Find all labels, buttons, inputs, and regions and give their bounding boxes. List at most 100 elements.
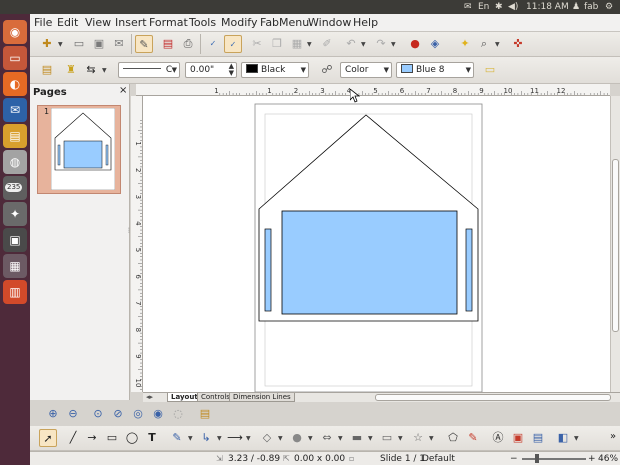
new-button[interactable]: ✚: [38, 35, 56, 53]
menu-modify[interactable]: Modify: [221, 16, 257, 30]
stars-button[interactable]: ☆: [409, 429, 427, 447]
curve-dropdown-icon[interactable]: ▼: [188, 435, 194, 442]
points-button[interactable]: ⬠: [444, 429, 462, 447]
extrusion-dropdown-icon[interactable]: ▼: [574, 435, 580, 442]
vertical-scrollbar[interactable]: [610, 96, 620, 392]
launcher-software-center[interactable]: ◍: [3, 150, 27, 174]
clone-formatting-button[interactable]: ✐: [318, 35, 336, 53]
area-style-button[interactable]: ☍: [318, 61, 336, 79]
area-style-select[interactable]: Color ▼: [340, 62, 392, 78]
zoom-100-button[interactable]: ⊙: [89, 405, 107, 423]
select-tool-button[interactable]: ➚: [39, 429, 57, 447]
block-arrows-dropdown-icon[interactable]: ▼: [338, 435, 344, 442]
launcher-firefox[interactable]: ◐: [3, 72, 27, 96]
session-gear-icon[interactable]: ⚙: [605, 1, 613, 13]
redo-dropdown-icon[interactable]: ▼: [391, 41, 397, 48]
paste-dropdown-icon[interactable]: ▼: [307, 41, 313, 48]
redo-button[interactable]: ↷: [372, 35, 390, 53]
help-button[interactable]: ✜: [509, 35, 527, 53]
slide-thumbnail-selected[interactable]: [37, 105, 121, 194]
gallery-button[interactable]: ◈: [426, 35, 444, 53]
autospellcheck-button[interactable]: ✓: [224, 35, 242, 53]
export-pdf-button[interactable]: ▤: [159, 35, 177, 53]
horizontal-scrollbar-thumb[interactable]: [375, 394, 611, 401]
line-color-select[interactable]: Black ▼: [241, 62, 309, 78]
zoom-minus-icon[interactable]: −: [510, 453, 518, 465]
launcher-terminal[interactable]: ▣: [3, 228, 27, 252]
vertical-scrollbar-thumb[interactable]: [612, 159, 619, 332]
user-indicator[interactable]: fab: [584, 1, 598, 13]
zoom-in-button[interactable]: ⊕: [44, 405, 62, 423]
fontwork-button[interactable]: Ⓐ: [489, 429, 507, 447]
window-rectangle-shape[interactable]: [281, 210, 458, 315]
horizontal-ruler[interactable]: 1 1 2 3 4 5 6 7 8 9 10 11 12: [136, 84, 610, 96]
print-button[interactable]: ⎙: [179, 35, 197, 53]
area-dialog-button[interactable]: ♜: [62, 61, 80, 79]
zoom-pan-button[interactable]: ◌: [169, 405, 187, 423]
zoom-previous-button[interactable]: ⊘: [109, 405, 127, 423]
ellipse-tool-button[interactable]: ◯: [123, 429, 141, 447]
zoom-slider-track[interactable]: [522, 458, 586, 460]
shift-button[interactable]: ▤: [196, 405, 214, 423]
volume-icon[interactable]: ◀): [508, 1, 518, 13]
spellcheck-button[interactable]: ✓: [204, 35, 222, 53]
close-pane-icon[interactable]: ×: [119, 85, 127, 96]
undo-button[interactable]: ↶: [342, 35, 360, 53]
arrow-style-dropdown-icon[interactable]: ▼: [102, 67, 108, 74]
zoom-object-button[interactable]: ◉: [149, 405, 167, 423]
shadow-button[interactable]: ▭: [481, 61, 499, 79]
paste-button[interactable]: ▦: [288, 35, 306, 53]
tab-dimension-lines[interactable]: Dimension Lines: [229, 393, 295, 402]
menu-tools[interactable]: Tools: [189, 16, 216, 30]
launcher-thunderbird[interactable]: ✉: [3, 98, 27, 122]
cut-button[interactable]: ✂: [248, 35, 266, 53]
text-tool-button[interactable]: T: [143, 429, 161, 447]
slide-canvas[interactable]: [143, 96, 610, 392]
record-macro-button[interactable]: ●: [406, 35, 424, 53]
mail-indicator-icon[interactable]: ✉: [464, 1, 472, 13]
launcher-files-folder[interactable]: ▭: [3, 46, 27, 70]
line-tool-button[interactable]: ╱: [64, 429, 82, 447]
menu-edit[interactable]: Edit: [57, 16, 78, 30]
tab-scroll-arrows-icon[interactable]: ◂▸: [146, 393, 153, 401]
keyboard-layout-indicator[interactable]: En: [478, 1, 489, 13]
basic-shapes-button[interactable]: ◇: [258, 429, 276, 447]
line-width-spinner[interactable]: 0.00" ▲ ▼: [185, 62, 237, 78]
zoom-button[interactable]: ⌕: [475, 35, 493, 53]
callouts-button[interactable]: ▭: [378, 429, 396, 447]
symbol-shapes-button[interactable]: ●: [288, 429, 306, 447]
open-button[interactable]: ▭: [70, 35, 88, 53]
zoom-dropdown-icon[interactable]: ▼: [495, 41, 501, 48]
email-button[interactable]: ✉: [110, 35, 128, 53]
zoom-slider-knob[interactable]: [534, 454, 539, 463]
launcher-update-manager[interactable]: ↻235: [3, 176, 27, 200]
menu-window[interactable]: Window: [308, 16, 351, 30]
menu-help[interactable]: Help: [353, 16, 378, 30]
from-file-button[interactable]: ▣: [509, 429, 527, 447]
block-arrows-button[interactable]: ⇔: [318, 429, 336, 447]
symbol-shapes-dropdown-icon[interactable]: ▼: [308, 435, 314, 442]
left-bar-shape[interactable]: [264, 228, 272, 312]
stars-dropdown-icon[interactable]: ▼: [429, 435, 435, 442]
basic-shapes-dropdown-icon[interactable]: ▼: [278, 435, 284, 442]
menu-insert[interactable]: Insert: [115, 16, 147, 30]
flowchart-dropdown-icon[interactable]: ▼: [368, 435, 374, 442]
gallery-tool-button[interactable]: ▤: [529, 429, 547, 447]
right-bar-shape[interactable]: [465, 228, 473, 312]
launcher-workspace-switcher[interactable]: ▦: [3, 254, 27, 278]
glue-points-button[interactable]: ✎: [464, 429, 482, 447]
navigator-button[interactable]: ✦: [456, 35, 474, 53]
menu-file[interactable]: File: [34, 16, 52, 30]
arrow-style-button[interactable]: ⇆: [82, 61, 100, 79]
zoom-out-button[interactable]: ⊖: [64, 405, 82, 423]
launcher-dash-home[interactable]: ◉: [3, 20, 27, 44]
lines-arrows-dropdown-icon[interactable]: ▼: [246, 435, 252, 442]
extrusion-button[interactable]: ◧: [554, 429, 572, 447]
flowchart-button[interactable]: ▬: [348, 429, 366, 447]
edit-mode-button[interactable]: ✎: [135, 35, 153, 53]
menu-view[interactable]: View: [85, 16, 111, 30]
bluetooth-icon[interactable]: ✱: [495, 1, 503, 13]
menu-fabmenu[interactable]: FabMenu: [260, 16, 309, 30]
more-tools-chevron-icon[interactable]: »: [610, 431, 616, 442]
line-style-select[interactable]: C ▼: [118, 62, 180, 78]
